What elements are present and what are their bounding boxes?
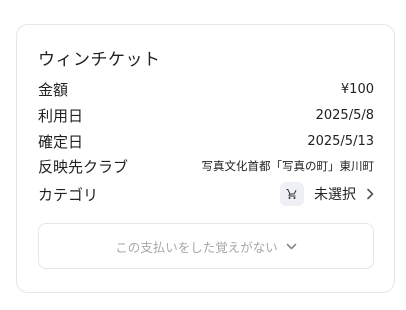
confirmed-date-value: 2025/5/13 xyxy=(307,133,374,149)
usage-date-row: 利用日 2025/5/8 xyxy=(38,104,374,126)
chevron-right-icon xyxy=(366,188,374,200)
club-label: 反映先クラブ xyxy=(38,157,129,176)
club-value: 写真文化首都「写真の町」東川町 xyxy=(201,159,375,173)
category-row[interactable]: カテゴリ 未選択 xyxy=(38,181,374,207)
card-title: ウィンチケット xyxy=(38,50,161,70)
amount-row: 金額 ¥100 xyxy=(38,78,374,100)
amount-value: ¥100 xyxy=(340,81,374,97)
club-row: 反映先クラブ 写真文化首都「写真の町」東川町 xyxy=(38,155,374,177)
amount-label: 金額 xyxy=(38,80,69,99)
usage-date-value: 2025/5/8 xyxy=(315,107,374,123)
category-selector[interactable]: 未選択 xyxy=(280,182,374,206)
confirmed-date-row: 確定日 2025/5/13 xyxy=(38,130,374,152)
transaction-card: ウィンチケット 金額 ¥100 利用日 2025/5/8 確定日 2025/5/… xyxy=(16,24,395,293)
chevron-down-icon xyxy=(286,243,297,250)
shopping-cart-icon xyxy=(280,182,304,206)
category-value: 未選択 xyxy=(314,187,356,203)
unrecognized-payment-label: この支払いをした覚えがない xyxy=(115,239,278,255)
usage-date-label: 利用日 xyxy=(38,106,84,125)
unrecognized-payment-button[interactable]: この支払いをした覚えがない xyxy=(38,223,374,269)
category-label: カテゴリ xyxy=(38,185,99,204)
confirmed-date-label: 確定日 xyxy=(38,132,84,151)
